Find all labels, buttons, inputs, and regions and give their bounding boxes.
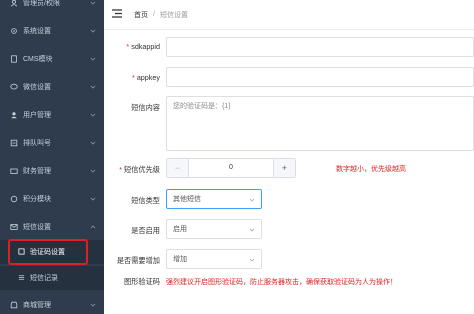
- sms-settings-form: * sdkappid * appkey 短信内容 您的验证码是：{1} * 短信优先级…: [104, 30, 474, 314]
- sidebar-item-sms[interactable]: 短信设置: [0, 213, 104, 241]
- breadcrumb-separator: /: [153, 11, 155, 18]
- sidebar-item-label: 管理员/权限: [23, 0, 60, 7]
- message-icon: [9, 222, 19, 232]
- sdkappid-input[interactable]: [166, 37, 474, 57]
- sidebar-item-wechat[interactable]: 微信设置: [0, 73, 104, 101]
- sidebar-item-label: 排队叫号: [23, 140, 51, 147]
- priority-stepper[interactable]: − 0 +: [166, 158, 296, 178]
- sidebar-item-queue[interactable]: 排队叫号: [0, 129, 104, 157]
- chevron-down-icon: [90, 302, 96, 308]
- points-icon: [9, 194, 19, 204]
- sidebar-item-cms[interactable]: CMS模块: [0, 45, 104, 73]
- chevron-down-icon: [90, 0, 96, 6]
- sidebar-item-finance[interactable]: 财务管理: [0, 157, 104, 185]
- sidebar-item-label: 短信设置: [23, 224, 51, 231]
- chevron-down-icon: [90, 28, 96, 34]
- sidebar-item-label: 微信设置: [23, 84, 51, 91]
- sidebar-item-system[interactable]: 系统设置: [0, 17, 104, 45]
- captcha-hint: 强烈建议开启图形验证码，防止服务器攻击，确保获取验证码为人为操作！: [166, 279, 397, 286]
- sms-type-label: 短信类型: [131, 196, 160, 205]
- sms-content-label: 短信内容: [131, 103, 160, 112]
- priority-label: * 短信优先级: [119, 165, 160, 174]
- sidebar-subitem-sms-log[interactable]: 短信记录: [0, 266, 104, 290]
- sidebar: 管理员/权限 系统设置 CMS模块 微信设置 用户管理 排队叫号 财务管理 积分…: [0, 0, 104, 314]
- active-item-highlight: [8, 239, 88, 265]
- chevron-down-icon: [90, 112, 96, 118]
- sidebar-item-label: 系统设置: [23, 28, 51, 35]
- sms-type-value: 其他短信: [173, 196, 201, 203]
- breadcrumb-current: 短信设置: [159, 11, 188, 19]
- chevron-down-icon: [90, 168, 96, 174]
- enabled-select[interactable]: 启用: [166, 219, 262, 239]
- document-icon: [9, 54, 19, 64]
- priority-value[interactable]: 0: [189, 159, 273, 177]
- sms-content-textarea[interactable]: 您的验证码是：{1}: [166, 96, 474, 151]
- enabled-label: 是否启用: [131, 226, 160, 235]
- chevron-down-icon: [90, 56, 96, 62]
- wallet-icon: [9, 166, 19, 176]
- sidebar-item-label: 积分模块: [23, 196, 51, 203]
- sidebar-item-label: 商城管理: [23, 302, 51, 309]
- increment-button[interactable]: +: [273, 159, 295, 177]
- captcha-label: 图形验证码: [124, 277, 160, 286]
- chevron-down-icon: [90, 140, 96, 146]
- need-add-label: 是否需要增加: [116, 256, 160, 265]
- gear-icon: [9, 26, 19, 36]
- sidebar-item-users[interactable]: 用户管理: [0, 101, 104, 129]
- user-icon: [9, 110, 19, 120]
- need-add-select[interactable]: 增加: [166, 249, 262, 269]
- sms-type-select[interactable]: 其他短信: [166, 189, 262, 209]
- user-shield-icon: [9, 0, 19, 8]
- sidebar-item-label: 用户管理: [23, 112, 51, 119]
- chevron-down-icon: [90, 84, 96, 90]
- shop-icon: [9, 300, 19, 310]
- sdkappid-label: * sdkappid: [126, 42, 160, 51]
- chevron-up-icon: [90, 224, 96, 230]
- queue-icon: [9, 138, 19, 148]
- chevron-down-icon: [249, 197, 255, 203]
- chat-icon: [9, 82, 19, 92]
- chevron-down-icon: [90, 196, 96, 202]
- priority-hint: 数字越小，优先级越高: [336, 166, 406, 173]
- sidebar-item-points[interactable]: 积分模块: [0, 185, 104, 213]
- appkey-label: * appkey: [132, 73, 160, 82]
- decrement-button[interactable]: −: [167, 159, 189, 177]
- sidebar-item-label: 财务管理: [23, 168, 51, 175]
- sidebar-item-shop[interactable]: 商城管理: [0, 291, 104, 314]
- top-header: 首页 / 短信设置: [104, 0, 474, 30]
- breadcrumb-home[interactable]: 首页: [134, 10, 148, 20]
- appkey-input[interactable]: [166, 67, 474, 87]
- chevron-down-icon: [249, 227, 255, 233]
- menu-toggle-icon[interactable]: [112, 8, 124, 21]
- sidebar-subitem-label: 短信记录: [30, 275, 58, 282]
- chevron-down-icon: [249, 257, 255, 263]
- sidebar-item-admin[interactable]: 管理员/权限: [0, 0, 104, 17]
- list-icon: [18, 274, 26, 282]
- need-add-value: 增加: [173, 256, 187, 263]
- enabled-value: 启用: [173, 226, 187, 233]
- sidebar-item-label: CMS模块: [23, 56, 53, 63]
